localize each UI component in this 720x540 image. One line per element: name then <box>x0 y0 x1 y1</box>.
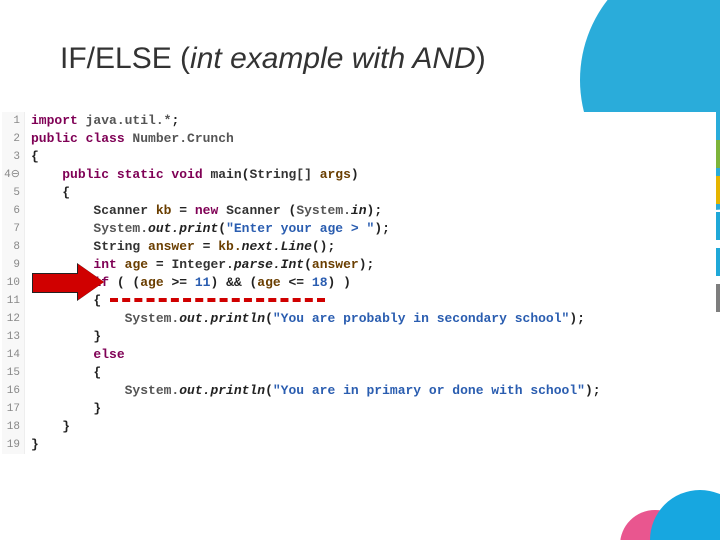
code-line: 3{ <box>2 148 716 166</box>
code-text: } <box>25 400 101 418</box>
code-text: } <box>25 418 70 436</box>
line-number: 2 <box>2 130 25 148</box>
code-line: 16 System.out.println("You are in primar… <box>2 382 716 400</box>
code-line: 13 } <box>2 328 716 346</box>
code-line: 15 { <box>2 364 716 382</box>
slide: IF/ELSE (int example with AND) 1import j… <box>0 0 720 540</box>
highlight-dashed-underline <box>110 298 325 302</box>
code-line: 12 System.out.println("You are probably … <box>2 310 716 328</box>
code-viewer: 1import java.util.*;2public class Number… <box>2 112 716 454</box>
line-number: 9 <box>2 256 25 274</box>
title-italic: int example with AND <box>190 42 476 75</box>
code-text: else <box>25 346 125 364</box>
title-suffix: ) <box>476 42 486 75</box>
line-number: 13 <box>2 328 25 346</box>
line-number: 5 <box>2 184 25 202</box>
line-number: 1 <box>2 112 25 130</box>
line-number: 16 <box>2 382 25 400</box>
line-number: 11 <box>2 292 25 310</box>
code-line: 2public class Number.Crunch <box>2 130 716 148</box>
code-text: { <box>25 364 101 382</box>
pointer-arrow-icon <box>32 264 106 300</box>
line-number: 14 <box>2 346 25 364</box>
decoration-circle-blue-small <box>650 490 720 540</box>
line-number: 7 <box>2 220 25 238</box>
code-line: 4⊖ public static void main(String[] args… <box>2 166 716 184</box>
code-text: import java.util.*; <box>25 112 179 130</box>
code-text: } <box>25 328 101 346</box>
line-number: 18 <box>2 418 25 436</box>
code-text: System.out.print("Enter your age > "); <box>25 220 390 238</box>
code-text: public class Number.Crunch <box>25 130 234 148</box>
code-line: 8 String answer = kb.next.Line(); <box>2 238 716 256</box>
code-line: 18 } <box>2 418 716 436</box>
line-number: 19 <box>2 436 25 454</box>
code-text: { <box>25 148 39 166</box>
line-number: 10 <box>2 274 25 292</box>
line-number: 15 <box>2 364 25 382</box>
code-line: 6 Scanner kb = new Scanner (System.in); <box>2 202 716 220</box>
line-number: 12 <box>2 310 25 328</box>
code-line: 10 if ( (age >= 11) && (age <= 18) ) <box>2 274 716 292</box>
code-text: Scanner kb = new Scanner (System.in); <box>25 202 382 220</box>
code-text: System.out.println("You are in primary o… <box>25 382 601 400</box>
code-text: public static void main(String[] args) <box>25 166 359 184</box>
code-text: } <box>25 436 39 454</box>
title-prefix: IF/ELSE ( <box>60 42 190 75</box>
line-number: 3 <box>2 148 25 166</box>
code-line: 9 int age = Integer.parse.Int(answer); <box>2 256 716 274</box>
code-line: 7 System.out.print("Enter your age > "); <box>2 220 716 238</box>
line-number: 8 <box>2 238 25 256</box>
code-text: String answer = kb.next.Line(); <box>25 238 335 256</box>
code-line: 19} <box>2 436 716 454</box>
line-number: 17 <box>2 400 25 418</box>
code-line: 5 { <box>2 184 716 202</box>
code-line: 1import java.util.*; <box>2 112 716 130</box>
code-line: 14 else <box>2 346 716 364</box>
code-line: 17 } <box>2 400 716 418</box>
line-number: 6 <box>2 202 25 220</box>
slide-title: IF/ELSE (int example with AND) <box>60 42 486 76</box>
line-number: 4⊖ <box>2 166 25 184</box>
code-text: { <box>25 184 70 202</box>
code-text: System.out.println("You are probably in … <box>25 310 585 328</box>
